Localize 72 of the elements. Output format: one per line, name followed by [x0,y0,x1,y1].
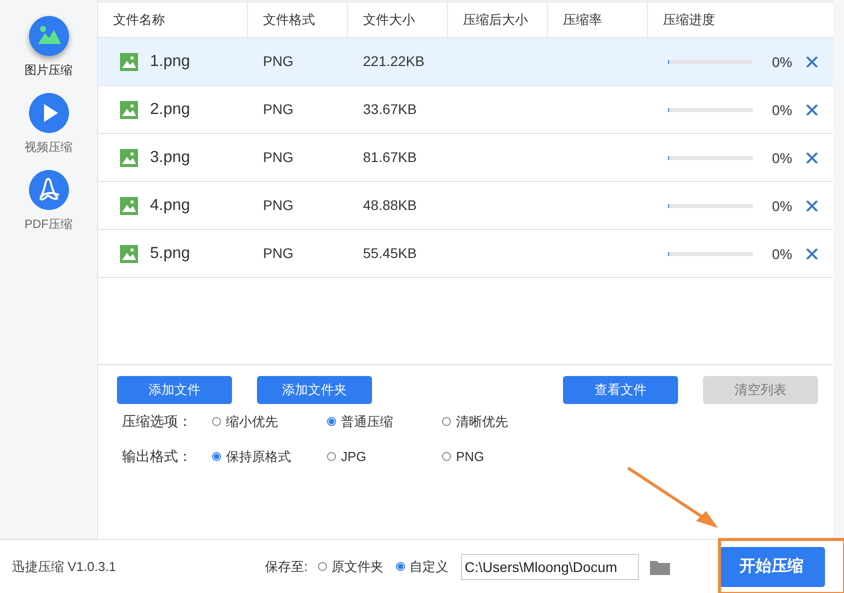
radio-button[interactable] [327,452,336,461]
image-file-icon [120,244,138,262]
radio-button[interactable] [318,562,327,572]
table-row[interactable]: 2.png PNG 33.67KB 0% [98,86,833,134]
table-cell-text: PNG [262,100,294,116]
pdf-icon [28,170,68,210]
progress-percent: 0% [772,198,792,214]
file-name: 1.png [150,52,190,70]
radio-button[interactable] [396,562,405,572]
close-icon [806,152,818,164]
radio-button[interactable] [212,417,221,426]
progress-percent: 0% [772,54,792,70]
path-field[interactable]: C:\Users\Mloong\Docum [460,554,639,580]
radio-label: 自定义 [410,558,449,576]
table-row[interactable]: 1.png PNG 221.22KB 0% [98,38,833,86]
radio-label: 普通压缩 [341,412,393,430]
close-icon [806,56,818,68]
table-cell-text: PNG [262,244,294,260]
file-name: 3.png [150,148,190,166]
close-icon [806,248,818,260]
sidebar-item[interactable]: 视频压缩 [24,93,72,162]
progress-percent: 0% [772,102,792,118]
table-cell-text: 48.88KB [362,196,417,212]
file-name: 2.png [150,100,190,118]
column-header: 压缩进度 [662,11,716,29]
table-row[interactable]: 3.png PNG 81.67KB 0% [98,134,833,182]
option-label: 压缩选项： [122,412,193,430]
radio-button[interactable] [442,452,451,461]
table-cell-text: PNG [262,196,294,212]
start-compress-button[interactable]: 开始压缩 [718,546,825,587]
progress-percent: 0% [772,246,792,262]
option-label: 输出格式： [122,448,193,466]
button[interactable]: 添加文件 [117,376,232,404]
table-cell-text: 33.67KB [362,100,417,116]
image-file-icon [120,148,138,166]
close-icon [806,200,818,212]
image-file-icon [120,196,138,214]
sidebar-item[interactable]: 图片压缩 [24,16,72,85]
save-to-label: 保存至: [265,558,308,576]
radio-label: 缩小优先 [226,412,278,430]
table-row[interactable]: 5.png PNG 55.45KB 0% [98,230,833,278]
table-cell-text: PNG [262,52,294,68]
radio-label: JPG [341,449,366,464]
radio-label: 清晰优先 [456,412,508,430]
image-file-icon [120,52,138,70]
play-icon [28,93,68,133]
table-row[interactable]: 4.png PNG 48.88KB 0% [98,182,833,230]
column-header: 文件格式 [248,3,348,37]
file-name: 5.png [150,244,190,262]
radio-label: 原文件夹 [332,558,384,576]
radio-button[interactable] [212,452,221,461]
table-cell-text: PNG [262,148,294,164]
progress-percent: 0% [772,150,792,166]
close-icon [806,104,818,116]
table-cell-text: 81.67KB [362,148,417,164]
table-cell-text: 221.22KB [362,52,424,68]
column-header: 压缩率 [548,3,648,37]
app-version: 迅捷压缩 V1.0.3.1 [12,558,118,576]
sidebar-item[interactable]: PDF压缩 [24,170,72,239]
button[interactable]: 查看文件 [563,376,678,404]
column-header: 文件大小 [348,3,448,37]
column-header: 压缩后大小 [448,3,548,37]
button[interactable]: 添加文件夹 [257,376,372,404]
file-name: 4.png [150,196,190,214]
image-icon [28,16,68,56]
radio-button[interactable] [442,417,451,426]
image-file-icon [120,100,138,118]
radio-label: 保持原格式 [226,448,291,466]
table-cell-text: 55.45KB [362,244,417,260]
column-header: 文件名称 [98,3,248,37]
radio-button[interactable] [327,417,336,426]
radio-label: PNG [456,449,484,464]
